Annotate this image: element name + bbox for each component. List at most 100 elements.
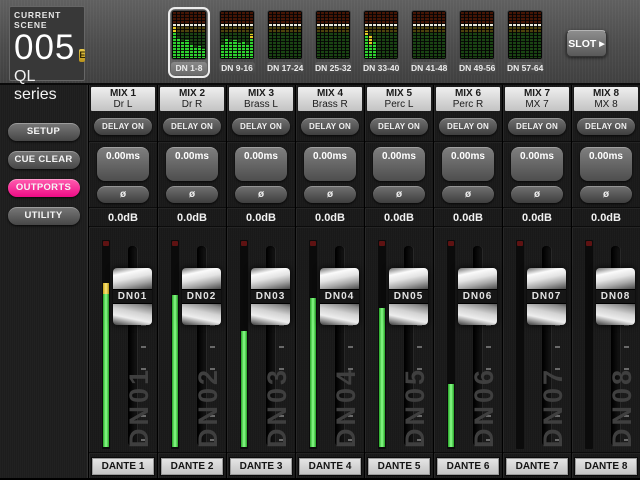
top-bar: CURRENT SCENE 005 E QL series DN 1-8 DN …	[0, 0, 640, 85]
fader-knob[interactable]: DN06	[458, 268, 497, 325]
phase-button[interactable]: ø	[97, 186, 149, 203]
channel-header[interactable]: MIX 5 Perc L	[367, 87, 431, 111]
delay-on-button[interactable]: DELAY ON	[163, 118, 221, 135]
phase-button[interactable]: ø	[304, 186, 356, 203]
meter-column	[198, 12, 201, 58]
delay-time-button[interactable]: 0.00ms	[304, 147, 356, 181]
slot-button[interactable]: SLOT ▶	[566, 30, 607, 57]
meter-bank[interactable]: DN 33-40	[360, 7, 402, 78]
scene-edit-badge: E	[79, 49, 85, 62]
delay-on-button[interactable]: DELAY ON	[508, 118, 566, 135]
delay-on-button[interactable]: DELAY ON	[94, 118, 152, 135]
delay-section: DELAY ON	[296, 111, 364, 141]
delay-on-button[interactable]: DELAY ON	[370, 118, 428, 135]
channel-name-label: Dr R	[160, 99, 224, 110]
delay-time-value: 0.00ms	[520, 151, 554, 162]
fader-knob-top	[320, 268, 359, 289]
channel-header[interactable]: MIX 6 Perc R	[436, 87, 500, 111]
meter-column	[173, 12, 176, 58]
sidebar-button-setup[interactable]: SETUP	[8, 123, 80, 141]
phase-button[interactable]: ø	[373, 186, 425, 203]
meter-columns	[509, 12, 541, 58]
meter-bank[interactable]: DN 17-24	[264, 7, 306, 78]
phase-button[interactable]: ø	[442, 186, 494, 203]
channel-header[interactable]: MIX 3 Brass L	[229, 87, 293, 111]
fader-zone: DN07 DN07	[503, 228, 571, 452]
port-name-label: DANTE 1	[92, 458, 154, 475]
fader-knob[interactable]: DN04	[320, 268, 359, 325]
meter-bank-display	[171, 10, 207, 60]
channel-strips: MIX 1 Dr L DELAY ON 0.00ms ø 0.0dB	[88, 85, 640, 478]
meter-columns	[221, 12, 253, 58]
meter-columns	[413, 12, 445, 58]
meter-column	[194, 12, 197, 58]
fader-zone: DN03 DN03	[227, 228, 295, 452]
delay-time-button[interactable]: 0.00ms	[373, 147, 425, 181]
meter-column	[246, 12, 249, 58]
channel-name-label: Perc L	[367, 99, 431, 110]
delay-time-button[interactable]: 0.00ms	[511, 147, 563, 181]
meter-column	[482, 12, 485, 58]
delay-on-button[interactable]: DELAY ON	[439, 118, 497, 135]
fader-knob-top	[596, 268, 635, 289]
channel-header[interactable]: MIX 8 MX 8	[574, 87, 638, 111]
fader-knob-top	[458, 268, 497, 289]
meter-bank[interactable]: DN 25-32	[312, 7, 354, 78]
delay-time-value: 0.00ms	[244, 151, 278, 162]
delay-time-button[interactable]: 0.00ms	[580, 147, 632, 181]
meter-bank-display	[507, 10, 543, 60]
sidebar-button-outports[interactable]: OUTPORTS	[8, 179, 80, 197]
fader-knob[interactable]: DN01	[113, 268, 152, 325]
fader-zone: DN02 DN02	[158, 228, 226, 452]
fader-knob[interactable]: DN03	[251, 268, 290, 325]
delay-time-section: 0.00ms ø	[572, 143, 640, 207]
fader-knob-label: DN05	[389, 289, 428, 304]
sidebar-button-utility[interactable]: UTILITY	[8, 207, 80, 225]
channel-header[interactable]: MIX 1 Dr L	[91, 87, 155, 111]
delay-time-button[interactable]: 0.00ms	[97, 147, 149, 181]
channel-header[interactable]: MIX 7 MX 7	[505, 87, 569, 111]
phase-button[interactable]: ø	[235, 186, 287, 203]
peak-indicator	[517, 241, 523, 246]
fader-knob[interactable]: DN02	[182, 268, 221, 325]
port-name-label: DANTE 2	[161, 458, 223, 475]
fader-gain-value: 0.0dB	[89, 209, 157, 226]
delay-time-button[interactable]: 0.00ms	[166, 147, 218, 181]
meter-fill-green	[172, 295, 178, 447]
fader-knob[interactable]: DN08	[596, 268, 635, 325]
meter-bank-display	[411, 10, 447, 60]
delay-time-button[interactable]: 0.00ms	[235, 147, 287, 181]
meter-bank[interactable]: DN 9-16	[216, 7, 258, 78]
meter-bank[interactable]: DN 41-48	[408, 7, 450, 78]
phase-button[interactable]: ø	[580, 186, 632, 203]
fader-zone: DN06 DN06	[434, 228, 502, 452]
fader-knob[interactable]: DN05	[389, 268, 428, 325]
sidebar-button-cue-clear[interactable]: CUE CLEAR	[8, 151, 80, 169]
meter-column	[434, 12, 437, 58]
channel-header[interactable]: MIX 2 Dr R	[160, 87, 224, 111]
phase-button[interactable]: ø	[166, 186, 218, 203]
delay-on-button[interactable]: DELAY ON	[232, 118, 290, 135]
channel-bus-label: MIX 2	[160, 88, 224, 99]
port-section: DANTE 3	[227, 454, 295, 478]
meter-column	[509, 12, 512, 58]
delay-on-button[interactable]: DELAY ON	[301, 118, 359, 135]
meter-fill-green	[310, 298, 316, 447]
meter-column	[334, 12, 337, 58]
meter-column	[181, 12, 184, 58]
delay-time-button[interactable]: 0.00ms	[442, 147, 494, 181]
meter-bank[interactable]: DN 1-8	[168, 7, 210, 78]
delay-on-button[interactable]: DELAY ON	[577, 118, 635, 135]
delay-time-section: 0.00ms ø	[503, 143, 571, 207]
meter-bank[interactable]: DN 49-56	[456, 7, 498, 78]
channel-strip: MIX 8 MX 8 DELAY ON 0.00ms ø 0.0dB	[571, 85, 640, 478]
meter-column	[373, 12, 376, 58]
fader-knob-label: DN01	[113, 289, 152, 304]
phase-button[interactable]: ø	[511, 186, 563, 203]
meter-column	[317, 12, 320, 58]
fader-knob[interactable]: DN07	[527, 268, 566, 325]
scene-panel[interactable]: CURRENT SCENE 005 E QL series	[9, 6, 85, 81]
meter-bank[interactable]: DN 57-64	[504, 7, 546, 78]
channel-header[interactable]: MIX 4 Brass R	[298, 87, 362, 111]
meter-fill-green	[241, 331, 247, 447]
